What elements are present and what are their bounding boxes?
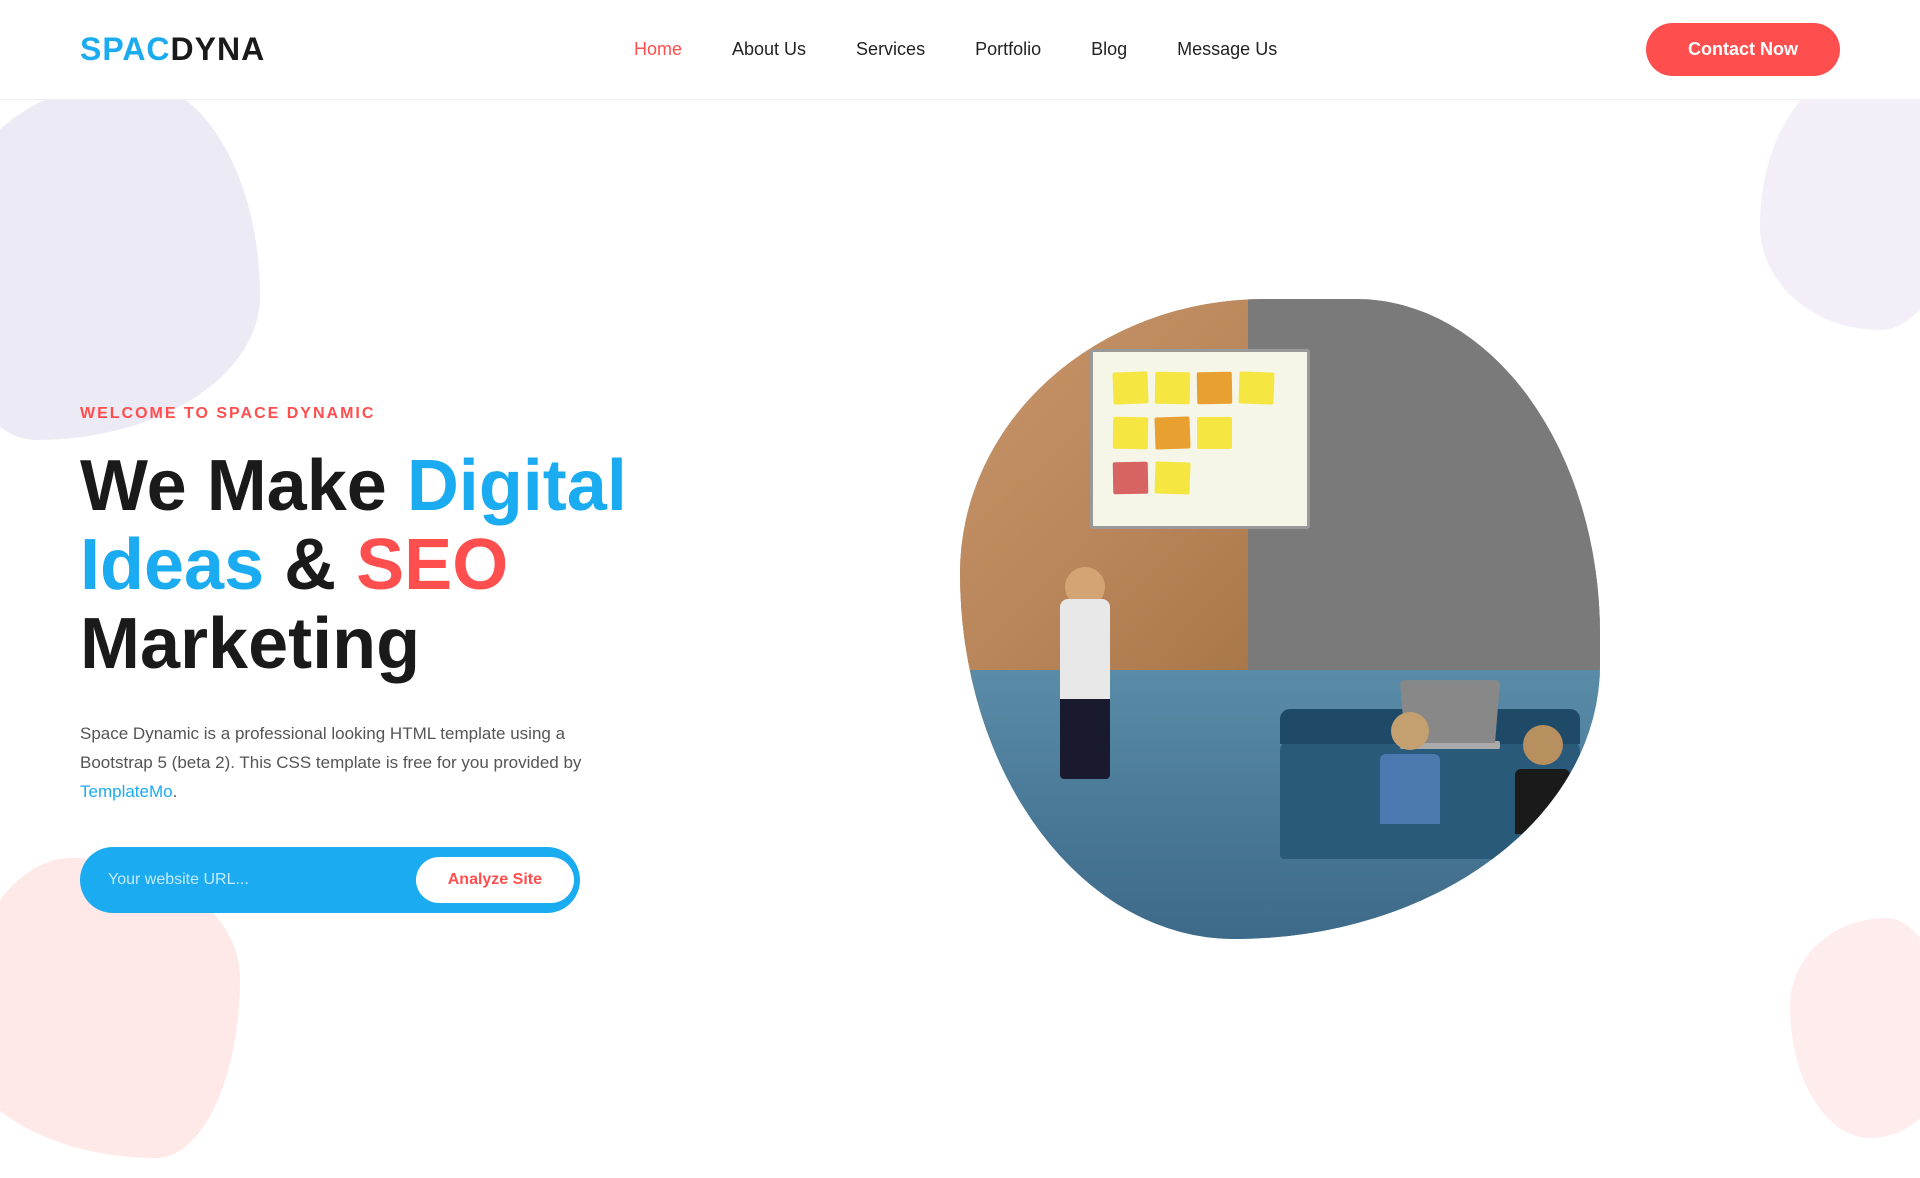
nav-message[interactable]: Message Us — [1177, 39, 1277, 60]
heading-we-make: We Make — [80, 446, 407, 526]
heading-ideas: Ideas — [80, 525, 264, 605]
sticky-note-7 — [1197, 417, 1232, 449]
nav-services[interactable]: Services — [856, 39, 925, 60]
sticky-note-8 — [1113, 462, 1149, 495]
logo-part1: SPAC — [80, 31, 171, 67]
heading-digital: Digital — [407, 446, 627, 526]
website-url-input[interactable] — [80, 871, 410, 889]
description-text-part2: . — [173, 782, 178, 801]
analyze-site-button[interactable]: Analyze Site — [416, 857, 574, 903]
sticky-note-5 — [1113, 417, 1149, 450]
contact-now-button[interactable]: Contact Now — [1646, 23, 1840, 76]
person-sit2-body — [1515, 769, 1570, 834]
url-input-row: Analyze Site — [80, 847, 580, 913]
sticky-note-9 — [1154, 461, 1190, 494]
person-standing — [1060, 567, 1110, 779]
nav-portfolio[interactable]: Portfolio — [975, 39, 1041, 60]
heading-seo: SEO — [356, 525, 508, 605]
sticky-note-6 — [1154, 416, 1190, 449]
person-stand-body — [1060, 599, 1110, 699]
hero-section: WELCOME TO SPACE DYNAMIC We Make Digital… — [0, 100, 1920, 1178]
logo: SPACDYNA — [80, 31, 265, 68]
welcome-text: WELCOME TO SPACE DYNAMIC — [80, 405, 680, 423]
hero-image-blob — [960, 299, 1600, 939]
nav-home[interactable]: Home — [634, 39, 682, 60]
person-sit2-head — [1523, 725, 1563, 765]
hero-heading: We Make Digital Ideas & SEO Marketing — [80, 447, 680, 685]
sticky-note-2 — [1155, 372, 1191, 405]
hero-content-left: WELCOME TO SPACE DYNAMIC We Make Digital… — [80, 365, 680, 913]
person-stand-legs — [1060, 699, 1110, 779]
meeting-room-scene — [960, 299, 1600, 939]
header: SPACDYNA Home About Us Services Portfoli… — [0, 0, 1920, 100]
templatemo-link[interactable]: TemplateMo — [80, 782, 173, 801]
sticky-note-3 — [1197, 372, 1233, 405]
person-sit1-head — [1391, 712, 1429, 750]
person-sit1-body — [1380, 754, 1440, 824]
person-sitting-1 — [1380, 712, 1440, 824]
heading-marketing: Marketing — [80, 604, 420, 684]
hero-description: Space Dynamic is a professional looking … — [80, 720, 600, 807]
heading-ampersand: & — [264, 525, 356, 605]
main-nav: Home About Us Services Portfolio Blog Me… — [634, 39, 1277, 60]
sticky-note-1 — [1112, 371, 1148, 404]
person-sitting-2 — [1515, 725, 1570, 834]
whiteboard — [1090, 349, 1310, 529]
hero-image-right — [760, 299, 1840, 979]
logo-part2: DYNA — [171, 31, 266, 67]
nav-about[interactable]: About Us — [732, 39, 806, 60]
description-text-part1: Space Dynamic is a professional looking … — [80, 724, 581, 772]
image-blob-container — [960, 299, 1640, 979]
sticky-note-4 — [1238, 371, 1274, 404]
nav-blog[interactable]: Blog — [1091, 39, 1127, 60]
blob-right-top-decoration — [1760, 100, 1920, 330]
